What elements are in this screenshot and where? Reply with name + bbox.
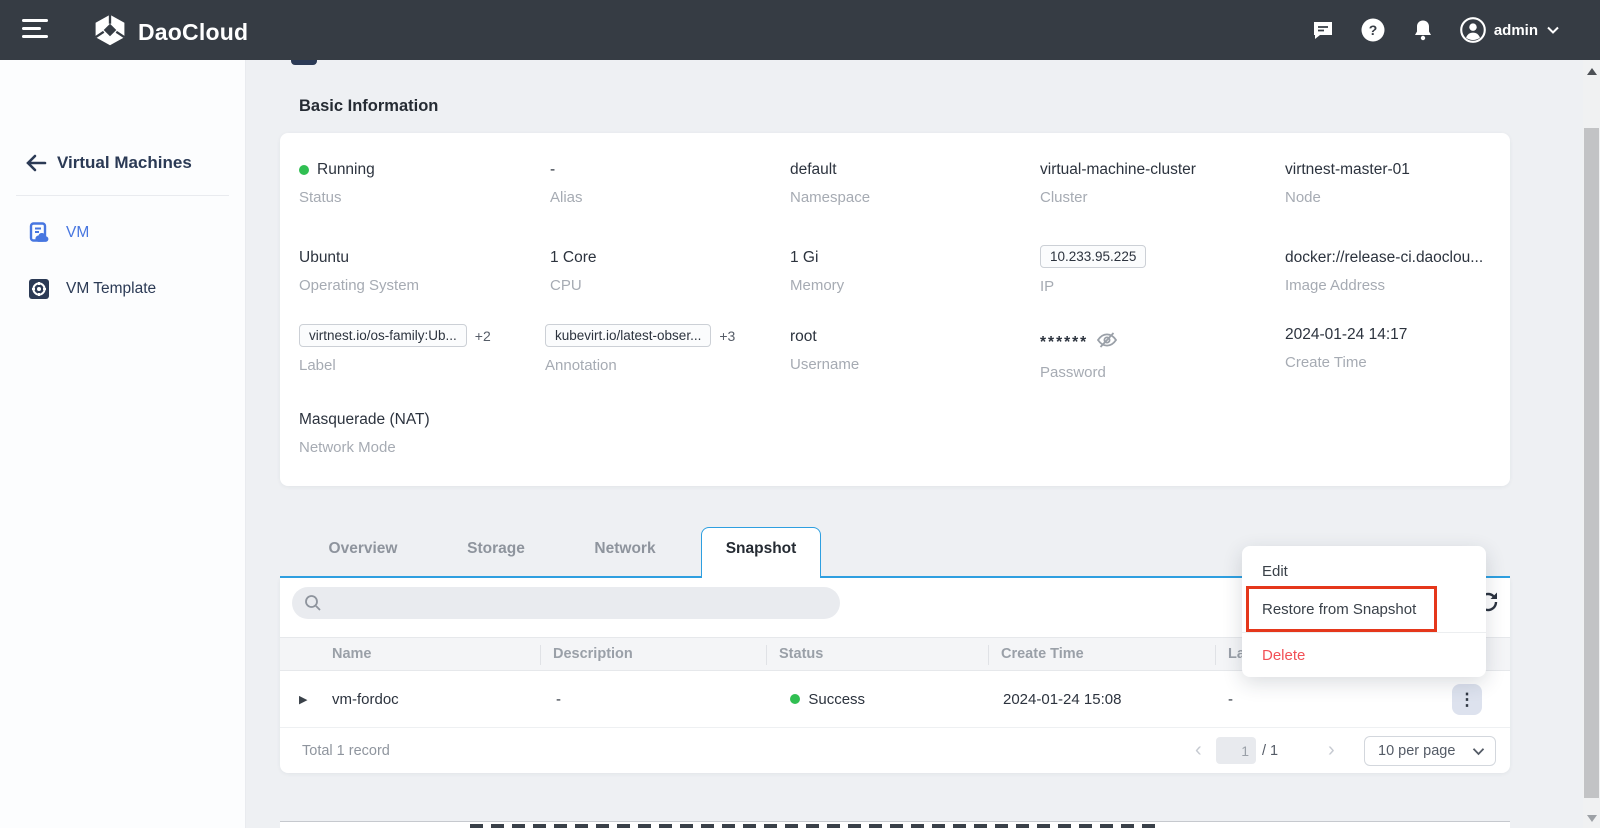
field-os: Ubuntu Operating System bbox=[299, 249, 419, 294]
row-expand-icon[interactable]: ▶ bbox=[299, 671, 307, 727]
field-node: virtnest-master-01 Node bbox=[1285, 161, 1410, 206]
ip-chip[interactable]: 10.233.95.225 bbox=[1040, 245, 1146, 268]
notifications-bell-icon[interactable] bbox=[1410, 17, 1436, 43]
sidebar-item-label: VM Template bbox=[66, 280, 156, 298]
column-header-name[interactable]: Name bbox=[332, 638, 372, 670]
basic-info-card: Running Status - Alias default Namespace… bbox=[280, 133, 1510, 486]
cell-name: vm-fordoc bbox=[332, 671, 399, 727]
column-separator bbox=[766, 645, 767, 665]
menu-separator bbox=[1242, 632, 1486, 633]
search-input[interactable] bbox=[292, 587, 840, 619]
cell-description: - bbox=[556, 671, 561, 727]
page-size-value: 10 per page bbox=[1378, 743, 1455, 759]
field-label: virtnest.io/os-family:Ub...+2 Label bbox=[299, 324, 491, 374]
chevron-down-icon bbox=[1546, 25, 1560, 35]
pagination-next-button[interactable]: › bbox=[1328, 739, 1335, 762]
label-chip[interactable]: virtnest.io/os-family:Ub... bbox=[299, 324, 467, 347]
label-more-count[interactable]: +2 bbox=[475, 328, 491, 344]
table-row[interactable]: ▶ vm-fordoc - Success 2024-01-24 15:08 -… bbox=[280, 671, 1510, 728]
field-namespace: default Namespace bbox=[790, 161, 870, 206]
field-username: root Username bbox=[790, 328, 859, 373]
field-cpu: 1 Core CPU bbox=[550, 249, 597, 294]
field-memory: 1 Gi Memory bbox=[790, 249, 844, 294]
sidebar-header: Virtual Machines bbox=[0, 142, 245, 184]
vm-icon bbox=[28, 222, 50, 244]
sidebar-item-vm[interactable]: VM bbox=[0, 211, 245, 255]
column-header-create-time[interactable]: Create Time bbox=[1001, 638, 1084, 670]
scroll-down-arrow-icon[interactable] bbox=[1587, 815, 1597, 822]
status-dot-running bbox=[299, 165, 309, 175]
annotation-chip[interactable]: kubevirt.io/latest-obser... bbox=[545, 324, 711, 347]
field-ip: 10.233.95.225 IP bbox=[1040, 245, 1146, 295]
field-alias: - Alias bbox=[550, 161, 583, 206]
cell-create-time: 2024-01-24 15:08 bbox=[1003, 671, 1121, 727]
help-icon[interactable]: ? bbox=[1360, 17, 1386, 43]
total-records-label: Total 1 record bbox=[302, 743, 390, 759]
daocloud-logo-icon bbox=[92, 12, 128, 53]
clipped-page-title-icon bbox=[291, 60, 317, 65]
vertical-scrollbar[interactable] bbox=[1583, 60, 1600, 828]
username-label: admin bbox=[1494, 22, 1538, 39]
select-chevron-icon bbox=[1472, 747, 1485, 756]
sidebar-title: Virtual Machines bbox=[57, 153, 192, 173]
avatar-icon bbox=[1460, 17, 1486, 43]
brand: DaoCloud bbox=[92, 12, 248, 53]
column-separator bbox=[988, 645, 989, 665]
section-title: Basic Information bbox=[299, 97, 438, 116]
screen: DaoCloud ? admin bbox=[0, 0, 1600, 828]
sidebar: Virtual Machines VM VM Template bbox=[0, 60, 245, 828]
search-icon bbox=[304, 594, 322, 612]
annotation-more-count[interactable]: +3 bbox=[719, 328, 735, 344]
field-annotation: kubevirt.io/latest-obser...+3 Annotation bbox=[545, 324, 735, 374]
field-image-address: docker://release-ci.daoclou... Image Add… bbox=[1285, 249, 1483, 294]
user-menu[interactable]: admin bbox=[1460, 17, 1560, 43]
topbar-actions: ? admin bbox=[1310, 0, 1560, 60]
column-header-status[interactable]: Status bbox=[779, 638, 823, 670]
pagination-total-pages: / 1 bbox=[1262, 743, 1278, 759]
scrollbar-thumb[interactable] bbox=[1584, 128, 1599, 798]
back-arrow-icon[interactable] bbox=[24, 151, 48, 175]
field-cluster: virtual-machine-cluster Cluster bbox=[1040, 161, 1196, 206]
topbar: DaoCloud ? admin bbox=[0, 0, 1600, 60]
field-create-time: 2024-01-24 14:17 Create Time bbox=[1285, 326, 1407, 371]
status-dot-success bbox=[790, 694, 800, 704]
tab-overview[interactable]: Overview bbox=[329, 540, 398, 558]
column-header-description[interactable]: Description bbox=[553, 638, 633, 670]
messages-icon[interactable] bbox=[1310, 17, 1336, 43]
scroll-up-arrow-icon[interactable] bbox=[1587, 68, 1597, 75]
column-separator bbox=[1215, 645, 1216, 665]
table-footer: Total 1 record ‹ 1 / 1 › 10 per page bbox=[280, 728, 1510, 773]
brand-name: DaoCloud bbox=[138, 19, 248, 46]
menu-item-edit[interactable]: Edit bbox=[1242, 552, 1486, 590]
eye-off-icon[interactable] bbox=[1096, 331, 1118, 354]
row-actions-kebab-button[interactable]: ⋮ bbox=[1452, 684, 1482, 715]
tab-storage[interactable]: Storage bbox=[467, 540, 525, 558]
svg-text:?: ? bbox=[1369, 22, 1378, 38]
row-actions-menu: Edit Restore from Snapshot Delete bbox=[1242, 546, 1486, 677]
field-value: Running bbox=[317, 161, 375, 179]
tab-network[interactable]: Network bbox=[594, 540, 655, 558]
clipped-next-section bbox=[280, 821, 1510, 828]
field-network-mode: Masquerade (NAT) Network Mode bbox=[299, 411, 430, 456]
field-password: ****** Password bbox=[1040, 331, 1118, 381]
cell-last: - bbox=[1228, 671, 1233, 727]
sidebar-divider bbox=[16, 195, 229, 196]
sidebar-item-label: VM bbox=[66, 224, 89, 242]
hamburger-menu-icon[interactable] bbox=[22, 19, 50, 41]
menu-item-delete[interactable]: Delete bbox=[1242, 636, 1486, 674]
vm-template-icon bbox=[28, 278, 50, 300]
clipped-text-fragment bbox=[470, 824, 1160, 828]
tab-snapshot[interactable]: Snapshot bbox=[726, 540, 797, 558]
pagination-prev-button[interactable]: ‹ bbox=[1195, 739, 1202, 762]
sidebar-item-vm-template[interactable]: VM Template bbox=[0, 267, 245, 311]
page-size-select[interactable]: 10 per page bbox=[1364, 736, 1496, 766]
field-status: Running Status bbox=[299, 161, 375, 206]
cell-status: Success bbox=[790, 671, 865, 727]
menu-item-restore-from-snapshot[interactable]: Restore from Snapshot bbox=[1242, 590, 1486, 628]
field-label: Status bbox=[299, 189, 375, 206]
pagination-page-input[interactable]: 1 bbox=[1216, 737, 1256, 764]
column-separator bbox=[540, 645, 541, 665]
